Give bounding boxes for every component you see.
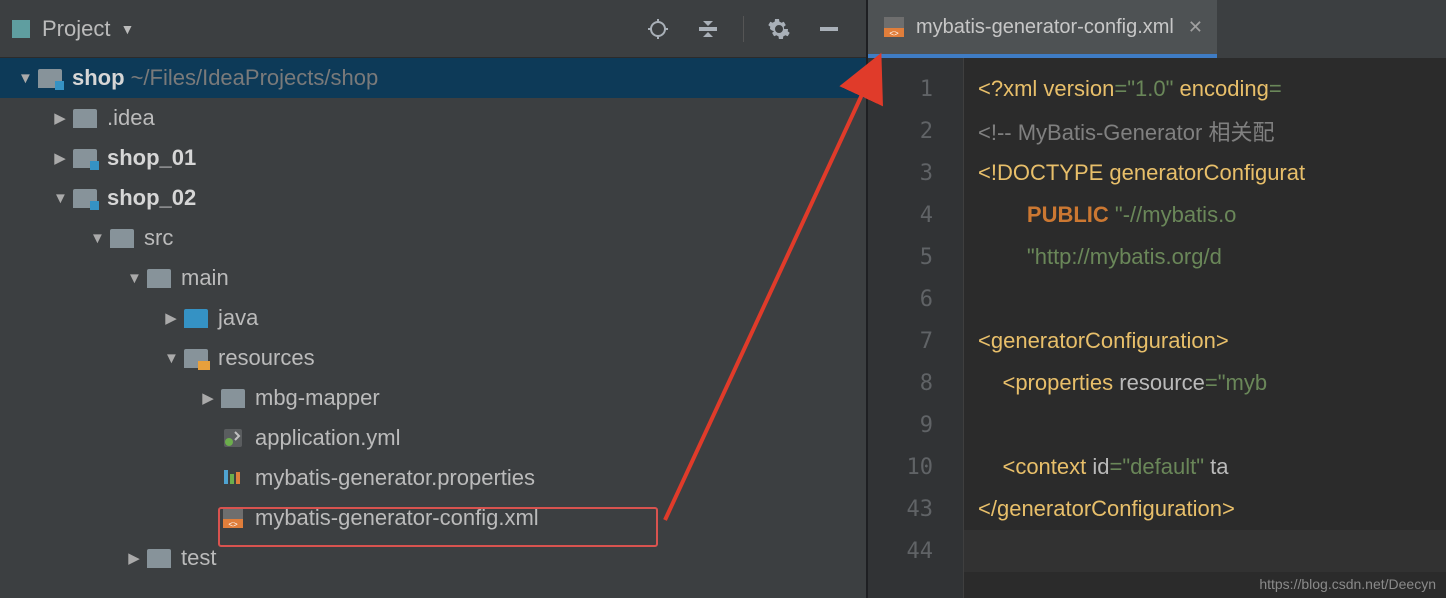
chevron-right-icon[interactable] — [201, 389, 215, 407]
tab-label: mybatis-generator-config.xml — [916, 16, 1174, 39]
source-folder-icon — [184, 309, 208, 328]
editor[interactable]: 1 2 3 4 5 6 7 8 9 10 43 44 <?xml version… — [868, 58, 1446, 598]
tree-label: mbg-mapper — [255, 385, 380, 411]
line-number: 3 — [868, 152, 963, 194]
tree-label: main — [181, 265, 229, 291]
module-folder-icon — [73, 189, 97, 208]
project-header: Project ▼ — [0, 0, 866, 58]
chevron-down-icon[interactable] — [18, 70, 32, 87]
svg-text:<>: <> — [228, 520, 238, 529]
folder-icon — [221, 389, 245, 408]
tree-item-java[interactable]: java — [0, 298, 866, 338]
line-number: 5 — [868, 236, 963, 278]
editor-gutter: 1 2 3 4 5 6 7 8 9 10 43 44 — [868, 58, 964, 598]
editor-panel: <> mybatis-generator-config.xml ✕ 1 2 3 … — [866, 0, 1446, 598]
tree-label: mybatis-generator-config.xml — [255, 505, 539, 531]
tree-label: src — [144, 225, 173, 251]
line-number: 8 — [868, 362, 963, 404]
gear-icon[interactable] — [764, 14, 794, 44]
tree-item-application-yml[interactable]: application.yml — [0, 418, 866, 458]
line-number: 4 — [868, 194, 963, 236]
tree-item-mybatis-properties[interactable]: mybatis-generator.properties — [0, 458, 866, 498]
separator — [743, 16, 744, 42]
chevron-down-icon[interactable] — [53, 190, 67, 207]
chevron-down-icon[interactable] — [164, 350, 178, 367]
chevron-right-icon[interactable] — [53, 109, 67, 127]
editor-tab[interactable]: <> mybatis-generator-config.xml ✕ — [868, 0, 1217, 58]
yml-file-icon — [221, 426, 245, 450]
expand-collapse-icon[interactable] — [693, 14, 723, 44]
module-folder-icon — [73, 149, 97, 168]
tree-item-test[interactable]: test — [0, 538, 866, 578]
tree-label: java — [218, 305, 258, 331]
project-label[interactable]: Project — [42, 16, 110, 42]
tree-label: shop_01 — [107, 145, 196, 171]
tree-item-shop02[interactable]: shop_02 — [0, 178, 866, 218]
hide-icon[interactable] — [814, 14, 844, 44]
line-number: 7 — [868, 320, 963, 362]
xml-file-icon: <> — [882, 15, 906, 39]
tree-item-resources[interactable]: resources — [0, 338, 866, 378]
project-icon — [12, 20, 30, 38]
tree-item-main[interactable]: main — [0, 258, 866, 298]
line-number: 1 — [868, 68, 963, 110]
line-number: 9 — [868, 404, 963, 446]
svg-text:<>: <> — [889, 29, 899, 38]
folder-icon — [147, 269, 171, 288]
tree-label: resources — [218, 345, 315, 371]
line-number: 10 — [868, 446, 963, 488]
project-tool-window: Project ▼ shop ~/Files/IdeaProjects/shop… — [0, 0, 866, 598]
tree-label: shop — [72, 65, 125, 91]
code-area[interactable]: <?xml version="1.0" encoding= <!-- MyBat… — [964, 58, 1446, 598]
resources-folder-icon — [184, 349, 208, 368]
tree-label: shop_02 — [107, 185, 196, 211]
tree-root-shop[interactable]: shop ~/Files/IdeaProjects/shop — [0, 58, 866, 98]
close-icon[interactable]: ✕ — [1188, 17, 1203, 38]
tree-label: application.yml — [255, 425, 401, 451]
editor-tab-bar: <> mybatis-generator-config.xml ✕ — [868, 0, 1446, 58]
chevron-right-icon[interactable] — [127, 549, 141, 567]
tree-item-idea[interactable]: .idea — [0, 98, 866, 138]
locate-icon[interactable] — [643, 14, 673, 44]
tree-item-shop01[interactable]: shop_01 — [0, 138, 866, 178]
chevron-right-icon[interactable] — [53, 149, 67, 167]
project-view-dropdown-icon[interactable]: ▼ — [120, 21, 134, 37]
line-number: 44 — [868, 530, 963, 572]
folder-icon — [147, 549, 171, 568]
watermark: https://blog.csdn.net/Deecyn — [1259, 576, 1436, 592]
folder-icon — [73, 109, 97, 128]
tree-item-mbg-mapper[interactable]: mbg-mapper — [0, 378, 866, 418]
module-folder-icon — [38, 69, 62, 88]
properties-file-icon — [221, 466, 245, 490]
line-number: 6 — [868, 278, 963, 320]
tree-label: test — [181, 545, 216, 571]
tree-path: ~/Files/IdeaProjects/shop — [131, 65, 379, 91]
chevron-down-icon[interactable] — [127, 270, 141, 287]
tree-label: mybatis-generator.properties — [255, 465, 535, 491]
xml-file-icon: <> — [221, 506, 245, 530]
chevron-down-icon[interactable] — [90, 230, 104, 247]
tree-item-mybatis-config-xml[interactable]: <> mybatis-generator-config.xml — [0, 498, 866, 538]
project-tree[interactable]: shop ~/Files/IdeaProjects/shop .idea sho… — [0, 58, 866, 598]
line-number: 2 — [868, 110, 963, 152]
folder-icon — [110, 229, 134, 248]
chevron-right-icon[interactable] — [164, 309, 178, 327]
line-number: 43 — [868, 488, 963, 530]
tree-label: .idea — [107, 105, 155, 131]
tree-item-src[interactable]: src — [0, 218, 866, 258]
